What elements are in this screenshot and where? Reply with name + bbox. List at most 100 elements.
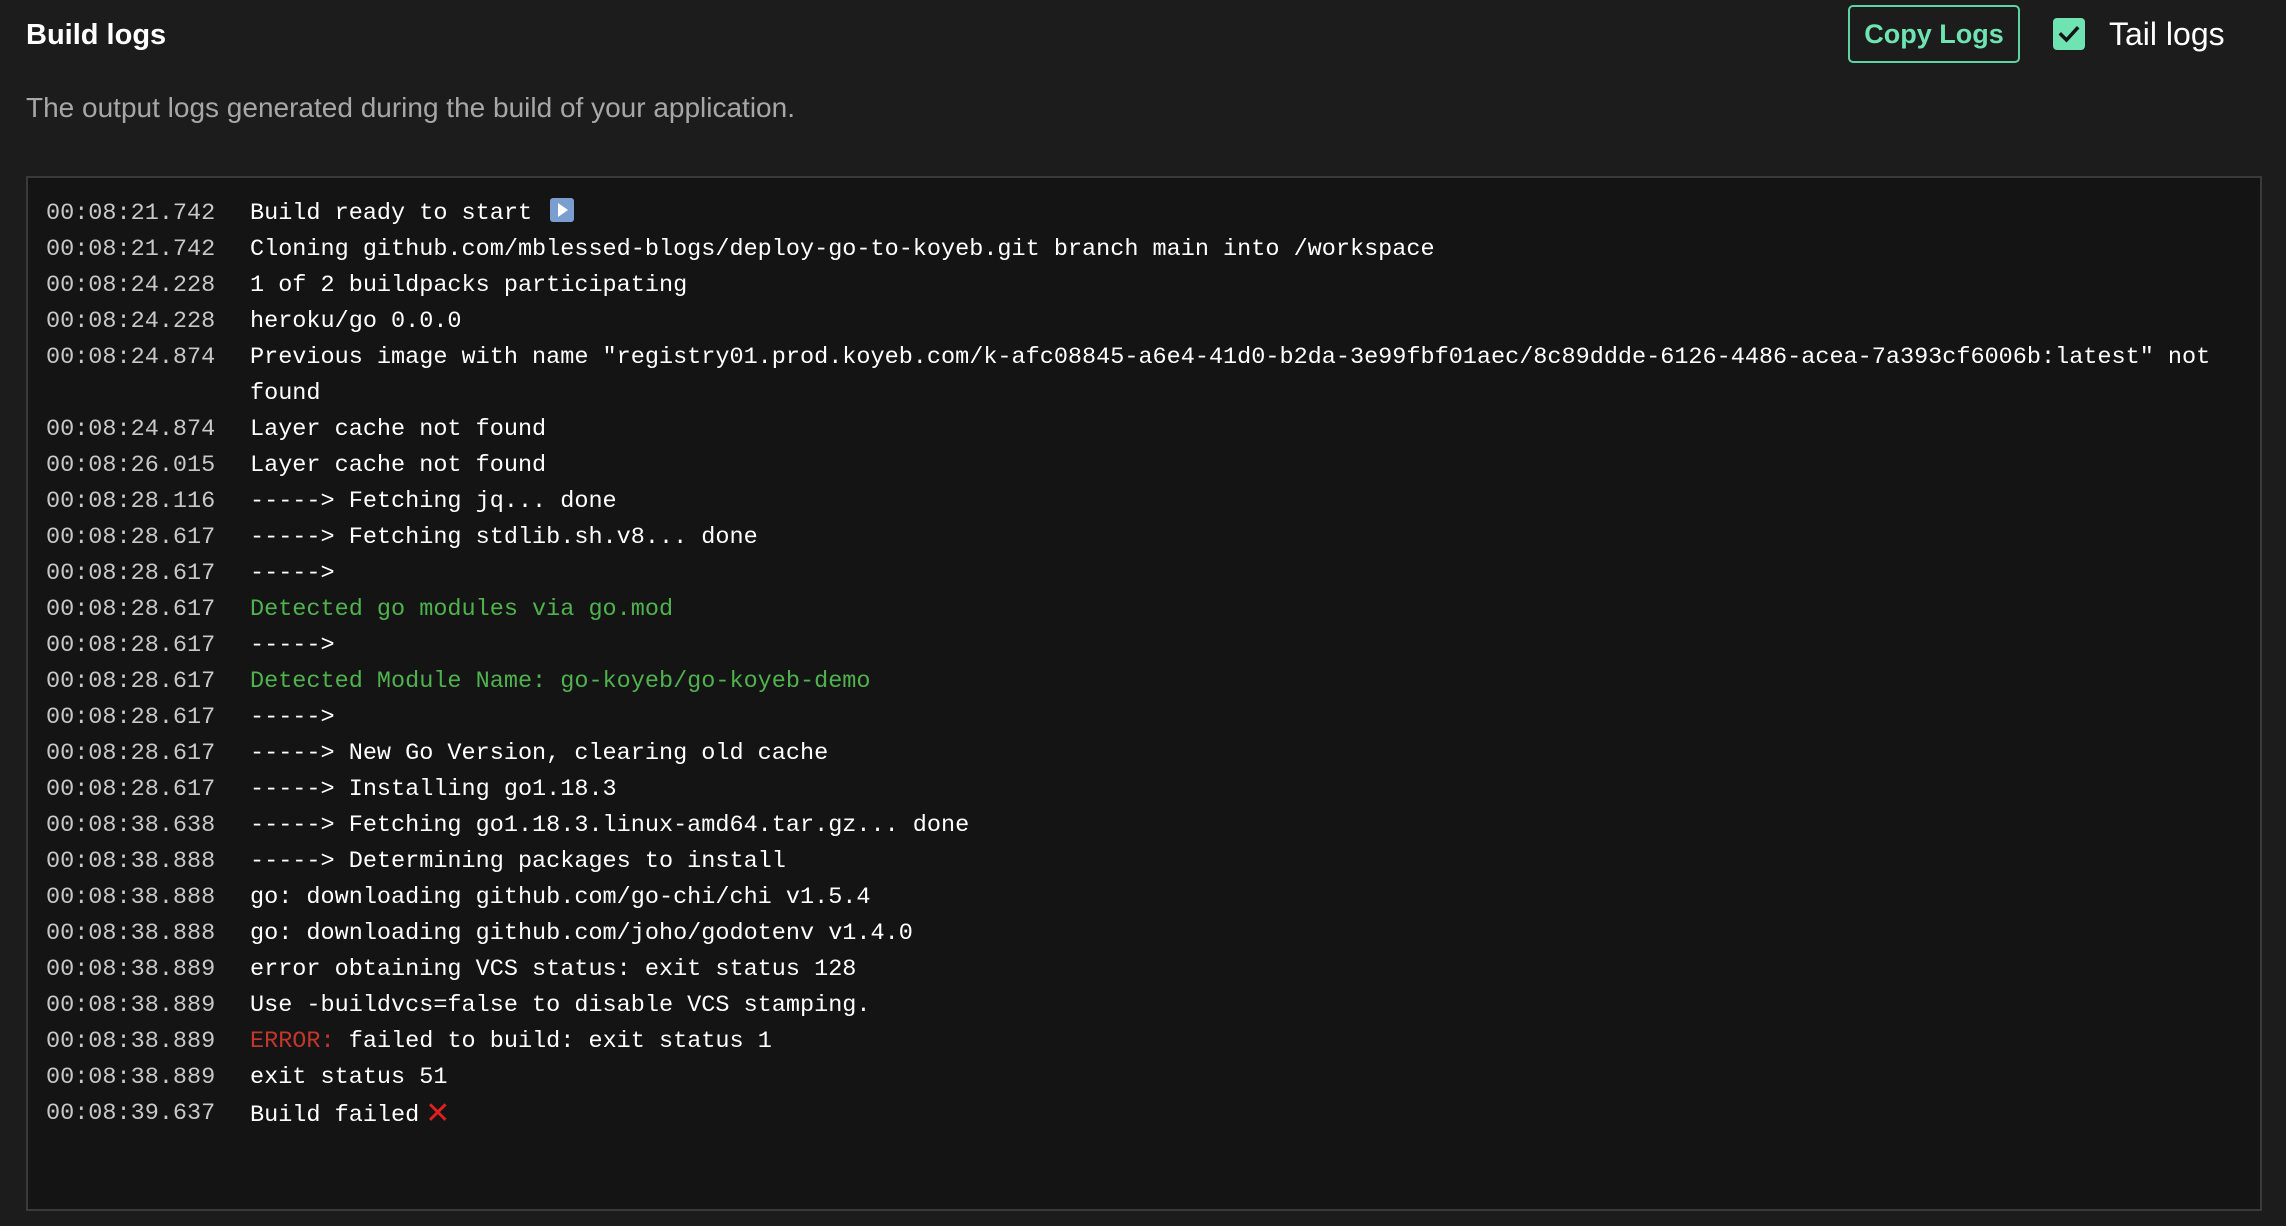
log-text: exit status 51 [250, 1064, 448, 1091]
log-message: ERROR: failed to build: exit status 1 [250, 1024, 2250, 1060]
log-message: -----> Fetching go1.18.3.linux-amd64.tar… [250, 808, 2250, 844]
log-panel[interactable]: 00:08:21.742 Build ready to start 00:08:2… [26, 176, 2262, 1211]
log-text: go: downloading github.com/go-chi/chi v1… [250, 884, 871, 911]
log-message: Layer cache not found [250, 412, 2250, 448]
log-timestamp: 00:08:21.742 [46, 236, 216, 263]
log-timestamp: 00:08:38.888 [46, 920, 216, 947]
log-line: 00:08:38.888 -----> Determining packages … [46, 844, 2260, 880]
log-line: 00:08:24.228 1 of 2 buildpacks participat… [46, 268, 2260, 304]
log-message: go: downloading github.com/go-chi/chi v1… [250, 880, 2250, 916]
log-timestamp: 00:08:24.228 [46, 272, 216, 299]
log-timestamp: 00:08:28.617 [46, 740, 216, 767]
log-message: -----> [250, 700, 2250, 736]
log-text: Use -buildvcs=false to disable VCS stamp… [250, 992, 871, 1019]
log-timestamp: 00:08:38.888 [46, 884, 216, 911]
log-text: -----> [250, 560, 335, 587]
log-message: Use -buildvcs=false to disable VCS stamp… [250, 988, 2250, 1024]
log-message: 1 of 2 buildpacks participating [250, 268, 2250, 304]
log-timestamp: 00:08:38.889 [46, 1064, 216, 1091]
log-timestamp: 00:08:28.617 [46, 632, 216, 659]
log-timestamp: 00:08:21.742 [46, 200, 216, 227]
log-line: 00:08:28.617 -----> Fetching stdlib.sh.v8… [46, 520, 2260, 556]
log-timestamp: 00:08:28.617 [46, 560, 216, 587]
log-text: error obtaining VCS status: exit status … [250, 956, 857, 983]
log-line: 00:08:38.888 go: downloading github.com/j… [46, 916, 2260, 952]
log-text: heroku/go 0.0.0 [250, 308, 462, 335]
log-line: 00:08:38.888 go: downloading github.com/g… [46, 880, 2260, 916]
log-timestamp: 00:08:38.638 [46, 812, 216, 839]
log-line: 00:08:38.889 Use -buildvcs=false to disab… [46, 988, 2260, 1024]
log-text: Build ready to start [250, 200, 533, 227]
log-timestamp: 00:08:24.874 [46, 416, 216, 443]
log-text: -----> Determining packages to install [250, 848, 786, 875]
log-line: 00:08:28.617 -----> New Go Version, clear… [46, 736, 2260, 772]
log-text: Detected Module Name: go-koyeb/go-koyeb-… [250, 668, 871, 695]
log-message: Cloning github.com/mblessed-blogs/deploy… [250, 232, 2250, 268]
log-line: 00:08:24.874 Previous image with name "re… [46, 340, 2260, 412]
log-line: 00:08:28.617 Detected go modules via go.m… [46, 592, 2260, 628]
error-prefix: ERROR: [250, 1028, 335, 1055]
log-timestamp: 00:08:28.617 [46, 668, 216, 695]
log-line: 00:08:38.889 error obtaining VCS status: … [46, 952, 2260, 988]
tail-logs-toggle[interactable]: Tail logs [2053, 12, 2225, 56]
log-message: -----> [250, 628, 2250, 664]
log-timestamp: 00:08:28.617 [46, 776, 216, 803]
log-timestamp: 00:08:24.228 [46, 308, 216, 335]
log-line: 00:08:26.015 Layer cache not found [46, 448, 2260, 484]
log-line: 00:08:38.638 -----> Fetching go1.18.3.lin… [46, 808, 2260, 844]
log-message: -----> Fetching jq... done [250, 484, 2250, 520]
log-message: -----> Fetching stdlib.sh.v8... done [250, 520, 2250, 556]
log-message: Detected Module Name: go-koyeb/go-koyeb-… [250, 664, 2250, 700]
log-text: -----> [250, 632, 335, 659]
log-timestamp: 00:08:38.889 [46, 1028, 216, 1055]
log-timestamp: 00:08:38.888 [46, 848, 216, 875]
play-icon [550, 198, 575, 222]
log-line: 00:08:38.889 exit status 51 [46, 1060, 2260, 1096]
log-timestamp: 00:08:39.637 [46, 1100, 216, 1127]
log-line: 00:08:28.617 Detected Module Name: go-koy… [46, 664, 2260, 700]
log-message: Build ready to start [250, 196, 2250, 232]
log-text: Layer cache not found [250, 452, 547, 479]
log-message: -----> Determining packages to install [250, 844, 2250, 880]
log-text: failed to build: exit status 1 [348, 1028, 772, 1055]
tail-logs-label: Tail logs [2109, 15, 2225, 52]
log-text: Detected go modules via go.mod [250, 596, 674, 623]
log-message: Build failed ✕ [250, 1096, 2250, 1134]
log-line: 00:08:39.637 Build failed ✕ [46, 1096, 2260, 1134]
log-text: -----> New Go Version, clearing old cach… [250, 740, 829, 767]
log-line: 00:08:21.742 Cloning github.com/mblessed-… [46, 232, 2260, 268]
log-message: Detected go modules via go.mod [250, 592, 2250, 628]
log-line: 00:08:28.617 -----> [46, 556, 2260, 592]
log-timestamp: 00:08:28.617 [46, 596, 216, 623]
page-title: Build logs [26, 19, 167, 51]
log-timestamp: 00:08:28.116 [46, 488, 216, 515]
log-message: Previous image with name "registry01.pro… [250, 340, 2250, 412]
log-timestamp: 00:08:28.617 [46, 524, 216, 551]
log-message: error obtaining VCS status: exit status … [250, 952, 2250, 988]
log-message: go: downloading github.com/joho/godotenv… [250, 916, 2250, 952]
log-line: 00:08:38.889 ERROR: failed to build: exit… [46, 1024, 2260, 1060]
log-timestamp: 00:08:28.617 [46, 704, 216, 731]
log-line: 00:08:24.228 heroku/go 0.0.0 [46, 304, 2260, 340]
log-message: -----> New Go Version, clearing old cach… [250, 736, 2250, 772]
log-text: 1 of 2 buildpacks participating [250, 272, 688, 299]
checkbox-checked-icon[interactable] [2053, 18, 2085, 50]
log-text: Previous image with name "registry01.pro… [250, 344, 2225, 407]
log-line: 00:08:28.116 -----> Fetching jq... done [46, 484, 2260, 520]
page-subtitle: The output logs generated during the bui… [26, 92, 795, 123]
log-timestamp: 00:08:24.874 [46, 344, 216, 371]
log-text: -----> Fetching jq... done [250, 488, 617, 515]
log-timestamp: 00:08:38.889 [46, 992, 216, 1019]
log-text: Cloning github.com/mblessed-blogs/deploy… [250, 236, 1435, 263]
log-message: -----> [250, 556, 2250, 592]
copy-logs-button[interactable]: Copy Logs [1848, 5, 2020, 63]
log-line: 00:08:28.617 -----> [46, 700, 2260, 736]
log-message: exit status 51 [250, 1060, 2250, 1096]
log-line: 00:08:28.617 -----> Installing go1.18.3 [46, 772, 2260, 808]
log-text: go: downloading github.com/joho/godotenv… [250, 920, 913, 947]
log-text: -----> [250, 704, 335, 731]
log-line: 00:08:24.874 Layer cache not found [46, 412, 2260, 448]
log-timestamp: 00:08:26.015 [46, 452, 216, 479]
log-message: Layer cache not found [250, 448, 2250, 484]
log-message: heroku/go 0.0.0 [250, 304, 2250, 340]
